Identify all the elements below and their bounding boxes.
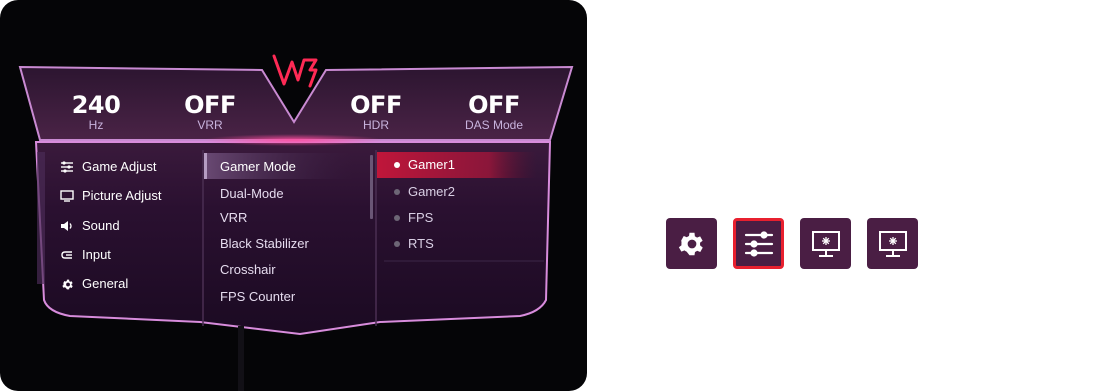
monitor-brightness-icon bbox=[811, 230, 840, 257]
speaker-icon bbox=[60, 219, 74, 233]
category-label: Picture Adjust bbox=[82, 188, 162, 203]
refresh-rate-value: 240 bbox=[71, 91, 121, 119]
submenu-fps-counter[interactable]: FPS Counter bbox=[220, 284, 295, 310]
option-label: RTS bbox=[408, 236, 434, 251]
option-rts[interactable]: RTS bbox=[394, 231, 434, 257]
radio-dot bbox=[394, 215, 400, 221]
submenu-gamer-mode[interactable]: Gamer Mode bbox=[220, 154, 296, 180]
category-label: Input bbox=[82, 247, 111, 262]
vrr-label: VRR bbox=[197, 118, 223, 132]
vrr-value: OFF bbox=[184, 91, 236, 119]
radio-dot bbox=[394, 189, 400, 195]
category-picture-adjust[interactable]: Picture Adjust bbox=[60, 183, 162, 209]
category-label: Sound bbox=[82, 218, 120, 233]
option-gamer2[interactable]: Gamer2 bbox=[394, 179, 455, 205]
quick-picture-button[interactable] bbox=[800, 218, 851, 269]
quick-game-adjust-button[interactable] bbox=[733, 218, 784, 269]
das-mode-label: DAS Mode bbox=[464, 118, 524, 132]
option-label: Gamer1 bbox=[408, 157, 455, 172]
monitor-brightness-icon bbox=[878, 230, 907, 257]
radio-dot bbox=[394, 162, 400, 168]
lg-logo bbox=[272, 54, 318, 88]
hdr-label: HDR bbox=[363, 118, 389, 132]
vrr-stat: OFF VRR bbox=[174, 92, 246, 132]
refresh-rate-stat: 240 Hz bbox=[60, 92, 132, 132]
monitor-icon bbox=[60, 189, 74, 203]
radio-dot bbox=[394, 241, 400, 247]
category-label: General bbox=[82, 276, 129, 291]
das-mode-value: OFF bbox=[468, 91, 520, 119]
input-icon bbox=[60, 248, 74, 262]
submenu-vrr[interactable]: VRR bbox=[220, 205, 247, 231]
sliders-icon bbox=[744, 230, 773, 257]
sliders-icon bbox=[60, 160, 74, 174]
option-label: Gamer2 bbox=[408, 184, 455, 199]
category-label: Game Adjust bbox=[82, 159, 157, 174]
option-label: FPS bbox=[408, 210, 434, 225]
submenu-dual-mode[interactable]: Dual-Mode bbox=[220, 181, 284, 207]
refresh-rate-label: Hz bbox=[88, 118, 104, 132]
category-sound[interactable]: Sound bbox=[60, 213, 120, 239]
option-gamer1[interactable]: Gamer1 bbox=[394, 152, 455, 178]
osd-screen: 240 Hz OFF VRR OFF HDR OFF DAS Mode Game… bbox=[0, 0, 587, 391]
submenu-black-stabilizer[interactable]: Black Stabilizer bbox=[220, 231, 309, 257]
hdr-value: OFF bbox=[350, 91, 402, 119]
das-mode-stat: OFF DAS Mode bbox=[452, 92, 536, 132]
category-general[interactable]: General bbox=[60, 271, 128, 297]
quick-picture-button-2[interactable] bbox=[867, 218, 918, 269]
category-game-adjust[interactable]: Game Adjust bbox=[60, 154, 156, 180]
gear-icon bbox=[678, 232, 703, 255]
category-input[interactable]: Input bbox=[60, 242, 111, 268]
quick-general-button[interactable] bbox=[666, 218, 717, 269]
hdr-stat: OFF HDR bbox=[340, 92, 412, 132]
submenu-crosshair[interactable]: Crosshair bbox=[220, 257, 276, 283]
option-fps[interactable]: FPS bbox=[394, 205, 433, 231]
gear-icon bbox=[60, 277, 74, 291]
